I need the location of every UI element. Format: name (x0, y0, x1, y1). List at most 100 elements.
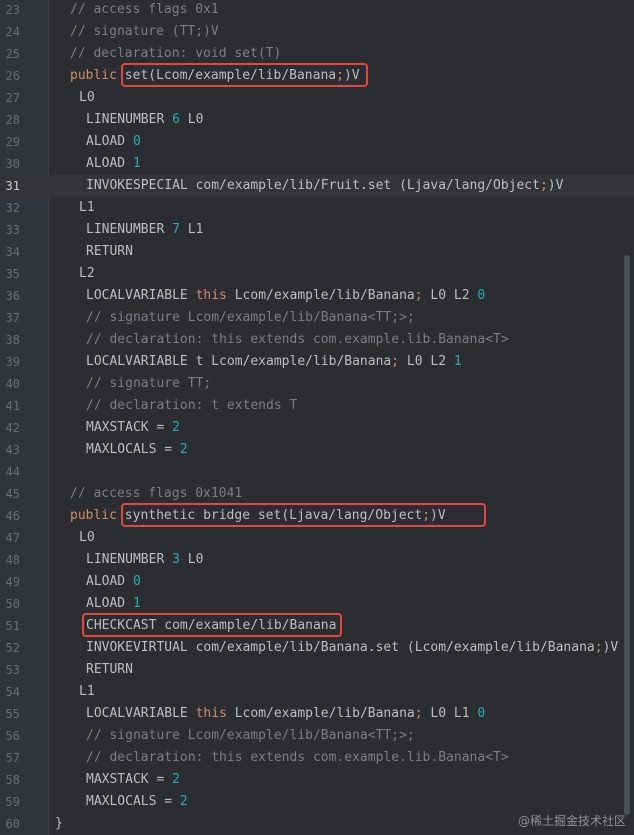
code-token: ; (594, 640, 603, 655)
code-line-40[interactable]: 40 // signature TT; (0, 373, 634, 395)
code-line-32[interactable]: 32 L1 (0, 197, 634, 219)
code-line-55[interactable]: 55 LOCALVARIABLE this Lcom/example/lib/Ba… (0, 703, 634, 725)
code-text: L0 (79, 527, 95, 549)
code-line-25[interactable]: 25 // declaration: void set(T) (0, 43, 634, 65)
code-token: this (195, 706, 227, 721)
code-token: // declaration: this extends com.example… (86, 332, 509, 347)
code-line-41[interactable]: 41 // declaration: t extends T (0, 395, 634, 417)
code-line-57[interactable]: 57 // declaration: this extends com.examp… (0, 747, 634, 769)
code-editor[interactable]: 23 // access flags 0x1 24// signature (TT;… (0, 0, 634, 835)
line-number[interactable]: 35 (0, 263, 20, 285)
line-number[interactable]: 55 (0, 703, 20, 725)
line-number[interactable]: 36 (0, 285, 20, 307)
code-line-56[interactable]: 56 // signature Lcom/example/lib/Banana<T… (0, 725, 634, 747)
code-token: L0 (179, 552, 204, 567)
line-number[interactable]: 42 (0, 417, 20, 439)
line-number[interactable]: 58 (0, 769, 20, 791)
code-line-24[interactable]: 24 // signature (TT;)V (0, 21, 634, 43)
line-number[interactable]: 25 (0, 43, 20, 65)
line-number[interactable]: 44 (0, 461, 20, 483)
code-text: LINENUMBER 3 L0 (86, 549, 203, 571)
code-line-53[interactable]: 53 RETURN (0, 659, 634, 681)
line-number[interactable]: 37 (0, 307, 20, 329)
code-line-29[interactable]: 29 ALOAD 0 (0, 131, 634, 153)
line-number[interactable]: 48 (0, 549, 20, 571)
code-token: L0 (79, 90, 95, 105)
line-number[interactable]: 26 (0, 65, 20, 87)
code-line-44[interactable]: 44 (0, 461, 634, 483)
line-number[interactable]: 31 (0, 175, 20, 197)
code-text: // access flags 0x1 (70, 0, 219, 21)
line-number[interactable]: 29 (0, 131, 20, 153)
line-number[interactable]: 39 (0, 351, 20, 373)
code-text: LOCALVARIABLE this Lcom/example/lib/Bana… (86, 285, 485, 307)
line-number[interactable]: 40 (0, 373, 20, 395)
code-token: 1 (453, 354, 462, 369)
code-line-27[interactable]: 27 L0 (0, 87, 634, 109)
line-number[interactable]: 56 (0, 725, 20, 747)
code-text: L1 (79, 681, 95, 703)
code-token: public (70, 508, 125, 523)
code-token: public (70, 68, 125, 83)
line-number[interactable]: 59 (0, 791, 20, 813)
code-text: INVOKEVIRTUAL com/example/lib/Banana.set… (86, 637, 618, 659)
code-line-35[interactable]: 35 L2 (0, 263, 634, 285)
line-number[interactable]: 50 (0, 593, 20, 615)
line-number[interactable]: 43 (0, 439, 20, 461)
line-number[interactable]: 33 (0, 219, 20, 241)
code-line-43[interactable]: 43 MAXLOCALS = 2 (0, 439, 634, 461)
code-text: L1 (79, 197, 95, 219)
code-line-38[interactable]: 38 // declaration: this extends com.examp… (0, 329, 634, 351)
code-line-47[interactable]: 47 L0 (0, 527, 634, 549)
line-number[interactable]: 46 (0, 505, 20, 527)
code-line-49[interactable]: 49 ALOAD 0 (0, 571, 634, 593)
line-number[interactable]: 28 (0, 109, 20, 131)
code-line-36[interactable]: 36 LOCALVARIABLE this Lcom/example/lib/Ba… (0, 285, 634, 307)
line-number[interactable]: 47 (0, 527, 20, 549)
line-number[interactable]: 51 (0, 615, 20, 637)
code-line-37[interactable]: 37 // signature Lcom/example/lib/Banana<T… (0, 307, 634, 329)
code-line-52[interactable]: 52 INVOKEVIRTUAL com/example/lib/Banana.s… (0, 637, 634, 659)
highlight-box-line-51 (82, 613, 343, 637)
code-line-34[interactable]: 34 RETURN (0, 241, 634, 263)
code-line-33[interactable]: 33 LINENUMBER 7 L1 (0, 219, 634, 241)
line-number[interactable]: 54 (0, 681, 20, 703)
code-line-42[interactable]: 42 MAXSTACK = 2 (0, 417, 634, 439)
code-line-50[interactable]: 50 ALOAD 1 (0, 593, 634, 615)
code-line-45[interactable]: 45 // access flags 0x1041 (0, 483, 634, 505)
code-line-58[interactable]: 58 MAXSTACK = 2 (0, 769, 634, 791)
line-number[interactable]: 60 (0, 813, 20, 835)
code-line-28[interactable]: 28 LINENUMBER 6 L0 (0, 109, 634, 131)
line-number[interactable]: 32 (0, 197, 20, 219)
code-line-48[interactable]: 48 LINENUMBER 3 L0 (0, 549, 634, 571)
highlight-box-line-46 (120, 503, 486, 527)
code-line-30[interactable]: 30 ALOAD 1 (0, 153, 634, 175)
code-token: MAXLOCALS = (86, 442, 180, 457)
code-line-59[interactable]: 59 MAXLOCALS = 2 (0, 791, 634, 813)
line-number[interactable]: 30 (0, 153, 20, 175)
code-token: LINENUMBER (86, 552, 173, 567)
code-line-23[interactable]: 23 // access flags 0x1 (0, 0, 634, 21)
code-text: MAXSTACK = 2 (86, 769, 180, 791)
code-line-39[interactable]: 39 LOCALVARIABLE t Lcom/example/lib/Banan… (0, 351, 634, 373)
code-line-54[interactable]: 54 L1 (0, 681, 634, 703)
line-number[interactable]: 52 (0, 637, 20, 659)
code-text: // declaration: this extends com.example… (86, 747, 509, 769)
line-number[interactable]: 38 (0, 329, 20, 351)
code-text: // declaration: t extends T (86, 395, 297, 417)
code-line-31[interactable]: 31 INVOKESPECIAL com/example/lib/Fruit.se… (0, 175, 634, 197)
code-text: RETURN (86, 659, 133, 681)
line-number[interactable]: 24 (0, 21, 20, 43)
line-number[interactable]: 49 (0, 571, 20, 593)
line-number[interactable]: 41 (0, 395, 20, 417)
code-text: ALOAD 0 (86, 131, 141, 153)
code-token: // declaration: t extends T (86, 398, 298, 413)
line-number[interactable]: 34 (0, 241, 20, 263)
line-number[interactable]: 27 (0, 87, 20, 109)
code-token: )V (602, 640, 619, 655)
line-number[interactable]: 23 (0, 0, 20, 21)
line-number[interactable]: 53 (0, 659, 20, 681)
scrollbar-thumb[interactable] (624, 255, 630, 815)
line-number[interactable]: 45 (0, 483, 20, 505)
line-number[interactable]: 57 (0, 747, 20, 769)
